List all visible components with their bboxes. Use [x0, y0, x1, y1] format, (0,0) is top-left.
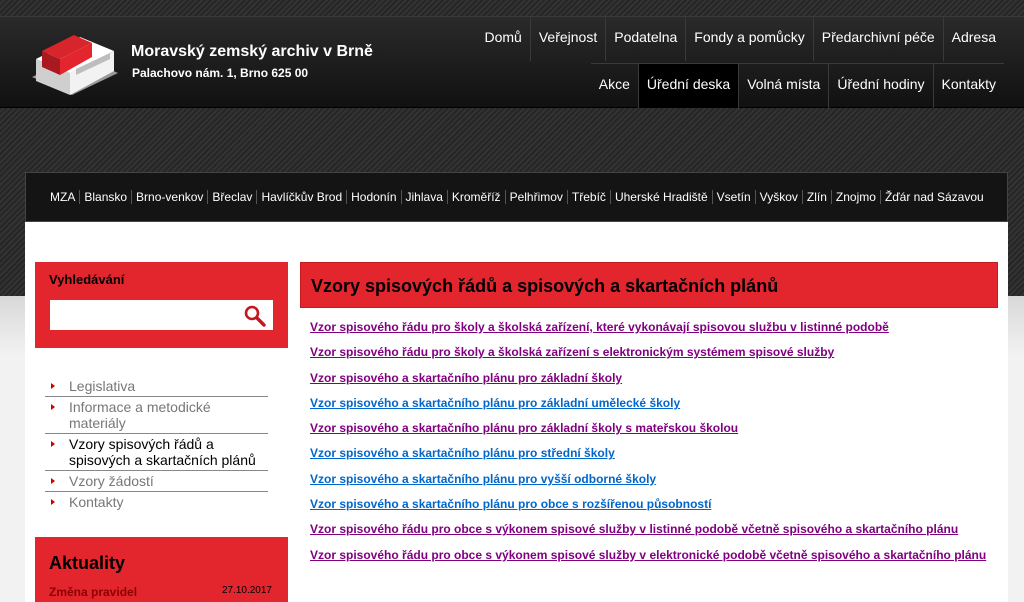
document-link-list: Vzor spisového řádu pro školy a školská … — [310, 320, 990, 573]
branch-link[interactable]: MZA — [44, 190, 79, 204]
news-item-date: 27.10.2017 — [221, 585, 272, 596]
nav-fonds[interactable]: Fondy a pomůcky — [685, 17, 813, 61]
news-panel: Aktuality Změna pravidel 27.10.2017 — [35, 537, 288, 602]
side-menu-item-information[interactable]: Informace a metodické materiály — [45, 397, 268, 434]
search-panel: Vyhledávání — [35, 262, 288, 348]
branch-link[interactable]: Třebíč — [566, 190, 610, 204]
bullet-icon — [51, 404, 55, 410]
side-menu-label: Informace a metodické materiály — [69, 399, 211, 431]
top-nav-secondary: Akce Úřední deska Volná místa Úřední hod… — [590, 63, 1004, 108]
branch-link[interactable]: Břeclav — [207, 190, 256, 204]
branch-link[interactable]: Brno-venkov — [131, 190, 207, 204]
top-nav-primary: Domů Veřejnost Podatelna Fondy a pomůcky… — [477, 17, 1005, 61]
document-link[interactable]: Vzor spisového řádu pro školy a školská … — [310, 345, 990, 359]
nav-vacancies[interactable]: Volná místa — [738, 64, 828, 108]
site-title[interactable]: Moravský zemský archiv v Brně — [131, 43, 373, 61]
document-link[interactable]: Vzor spisového řádu pro obce s výkonem s… — [310, 522, 990, 536]
document-link[interactable]: Vzor spisového a skartačního plánu pro z… — [310, 371, 990, 385]
news-title: Aktuality — [49, 553, 126, 573]
side-menu-item-legislation[interactable]: Legislativa — [45, 376, 268, 397]
content-panel: MZA Blansko Brno-venkov Břeclav Havlíčků… — [25, 172, 1008, 602]
side-menu-item-forms[interactable]: Vzory žádostí — [45, 471, 268, 492]
side-menu-label: Kontakty — [69, 494, 124, 510]
search-title: Vyhledávání — [49, 272, 125, 287]
side-menu-label: Legislativa — [69, 378, 136, 394]
nav-official-board[interactable]: Úřední deska — [637, 64, 739, 108]
document-link[interactable]: Vzor spisového a skartačního plánu pro z… — [310, 421, 990, 435]
archive-logo-icon[interactable] — [26, 29, 122, 99]
nav-home[interactable]: Domů — [477, 17, 530, 61]
branch-link[interactable]: Jihlava — [400, 190, 447, 204]
bullet-icon — [51, 441, 55, 447]
page-title: Vzory spisových řádů a spisových a skart… — [311, 276, 779, 296]
side-menu-label: Vzory žádostí — [69, 473, 154, 489]
bullet-icon — [51, 383, 55, 389]
page-title-bar: Vzory spisových řádů a spisových a skart… — [300, 262, 998, 308]
site-address: Palachovo nám. 1, Brno 625 00 — [132, 66, 309, 80]
nav-public[interactable]: Veřejnost — [529, 17, 605, 61]
site-header: Moravský zemský archiv v Brně Palachovo … — [0, 16, 1024, 108]
branch-link[interactable]: Pelhřimov — [504, 190, 567, 204]
nav-pre-archival[interactable]: Předarchivní péče — [812, 17, 943, 61]
search-icon[interactable] — [243, 304, 267, 328]
news-item-link[interactable]: Změna pravidel — [49, 585, 137, 599]
document-link[interactable]: Vzor spisového řádu pro školy a školská … — [310, 320, 990, 334]
branch-link[interactable]: Uherské Hradiště — [609, 190, 712, 204]
branch-link[interactable]: Vsetín — [711, 190, 755, 204]
nav-office-hours[interactable]: Úřední hodiny — [828, 64, 932, 108]
document-link[interactable]: Vzor spisového a skartačního plánu pro z… — [310, 396, 990, 410]
nav-contacts[interactable]: Kontakty — [932, 64, 1004, 108]
branch-link[interactable]: Zlín — [801, 190, 831, 204]
document-link[interactable]: Vzor spisového a skartačního plánu pro s… — [310, 446, 990, 460]
branch-link[interactable]: Znojmo — [830, 190, 880, 204]
search-input[interactable] — [50, 300, 273, 330]
branch-link[interactable]: Hodonín — [346, 190, 400, 204]
document-link[interactable]: Vzor spisového a skartačního plánu pro o… — [310, 497, 990, 511]
nav-events[interactable]: Akce — [591, 64, 638, 108]
bullet-icon — [51, 499, 55, 505]
side-menu-item-templates[interactable]: Vzory spisových řádů a spisových a skart… — [45, 434, 268, 471]
branch-link[interactable]: Blansko — [79, 190, 131, 204]
branch-link[interactable]: Vyškov — [754, 190, 802, 204]
nav-address[interactable]: Adresa — [942, 17, 1004, 61]
document-link[interactable]: Vzor spisového řádu pro obce s výkonem s… — [310, 548, 990, 562]
branch-link[interactable]: Kroměříž — [446, 190, 505, 204]
side-menu-label: Vzory spisových řádů a spisových a skart… — [69, 436, 256, 468]
nav-registry[interactable]: Podatelna — [605, 17, 685, 61]
branch-link[interactable]: Havlíčkův Brod — [256, 190, 346, 204]
branch-nav: MZA Blansko Brno-venkov Břeclav Havlíčků… — [25, 172, 1008, 222]
bullet-icon — [51, 478, 55, 484]
side-menu-item-contacts[interactable]: Kontakty — [45, 492, 268, 512]
branch-link[interactable]: Žďár nad Sázavou — [879, 190, 988, 204]
side-menu: Legislativa Informace a metodické materi… — [45, 376, 268, 512]
document-link[interactable]: Vzor spisového a skartačního plánu pro v… — [310, 472, 990, 486]
